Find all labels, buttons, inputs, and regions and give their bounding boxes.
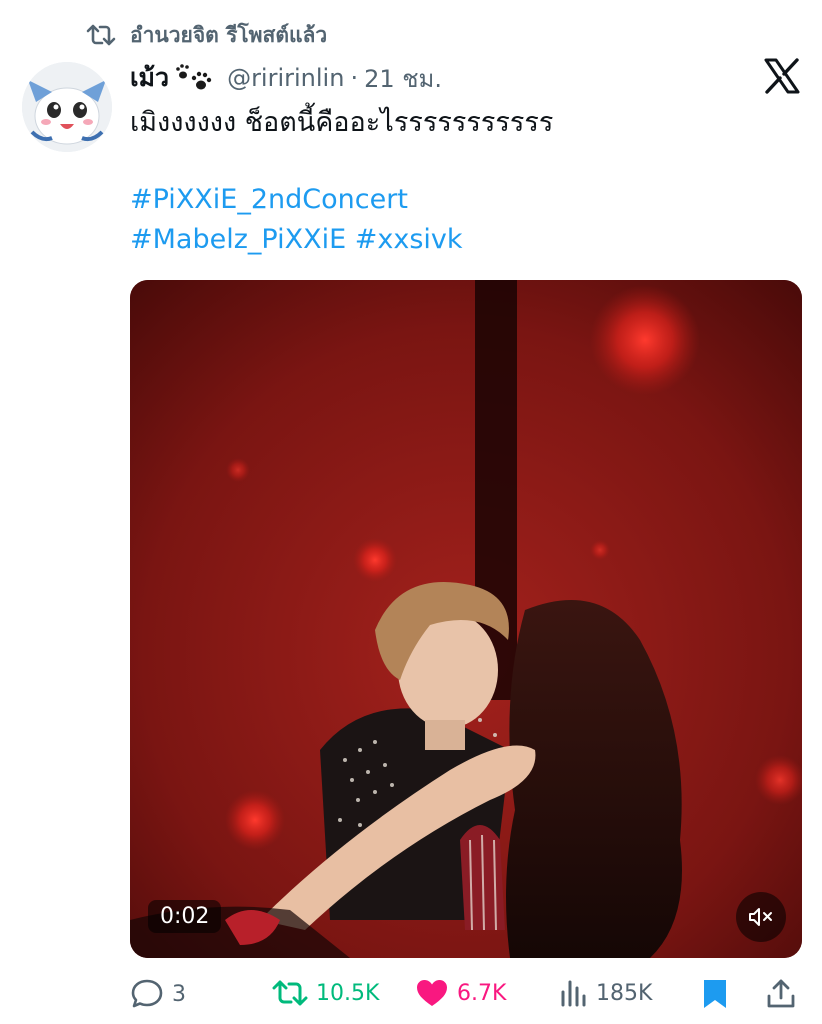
analytics-icon bbox=[561, 980, 586, 1007]
reply-button[interactable]: 3 bbox=[130, 978, 186, 1010]
tweet-actions: 3 10.5K 6.7K 185K bbox=[0, 966, 822, 1024]
hashtag-link[interactable]: #Mabelz_PiXXiE bbox=[130, 224, 346, 255]
reply-icon bbox=[131, 979, 163, 1008]
bookmark-icon bbox=[704, 980, 726, 1008]
hashtags: #PiXXiE_2ndConcert #Mabelz_PiXXiE #xxsiv… bbox=[130, 180, 463, 260]
share-icon bbox=[767, 979, 795, 1008]
tweet-header: เม้ว @riririnlin · 21 ชม. bbox=[130, 58, 442, 98]
retweet-icon bbox=[272, 980, 308, 1006]
timestamp[interactable]: 21 ชม. bbox=[364, 59, 442, 98]
repost-count: 10.5K bbox=[316, 980, 380, 1006]
mute-button[interactable] bbox=[736, 892, 786, 942]
video-player[interactable]: 0:02 bbox=[130, 280, 802, 958]
repost-label: อำนวยจิต รีโพสต์แล้ว bbox=[130, 22, 328, 47]
video-duration: 0:02 bbox=[148, 900, 222, 933]
x-logo-icon bbox=[764, 58, 800, 94]
tweet-text: เมิงงงงงง ช็อตนี้คืออะไรรรรรรรรรรร bbox=[130, 107, 554, 138]
like-button[interactable]: 6.7K bbox=[415, 978, 506, 1008]
views-button[interactable]: 185K bbox=[560, 978, 652, 1008]
paw-prints-icon bbox=[175, 63, 213, 93]
avatar[interactable] bbox=[22, 62, 112, 152]
user-handle[interactable]: @riririnlin bbox=[227, 64, 344, 92]
retweet-icon bbox=[86, 22, 116, 48]
repost-button[interactable]: 10.5K bbox=[272, 978, 379, 1008]
like-count: 6.7K bbox=[457, 980, 507, 1006]
hashtag-link[interactable]: #PiXXiE_2ndConcert bbox=[130, 184, 408, 215]
hashtag-link[interactable]: #xxsivk bbox=[355, 224, 463, 255]
reply-count: 3 bbox=[172, 981, 186, 1007]
video-frame bbox=[130, 280, 802, 958]
repost-indicator[interactable]: อำนวยจิต รีโพสต์แล้ว bbox=[86, 18, 327, 52]
volume-muted-icon bbox=[749, 908, 772, 926]
view-count: 185K bbox=[596, 980, 653, 1006]
bookmark-button[interactable] bbox=[702, 978, 728, 1010]
share-button[interactable] bbox=[766, 978, 796, 1010]
display-name[interactable]: เม้ว bbox=[130, 58, 169, 98]
heart-icon bbox=[417, 980, 447, 1006]
separator-dot: · bbox=[350, 64, 359, 92]
